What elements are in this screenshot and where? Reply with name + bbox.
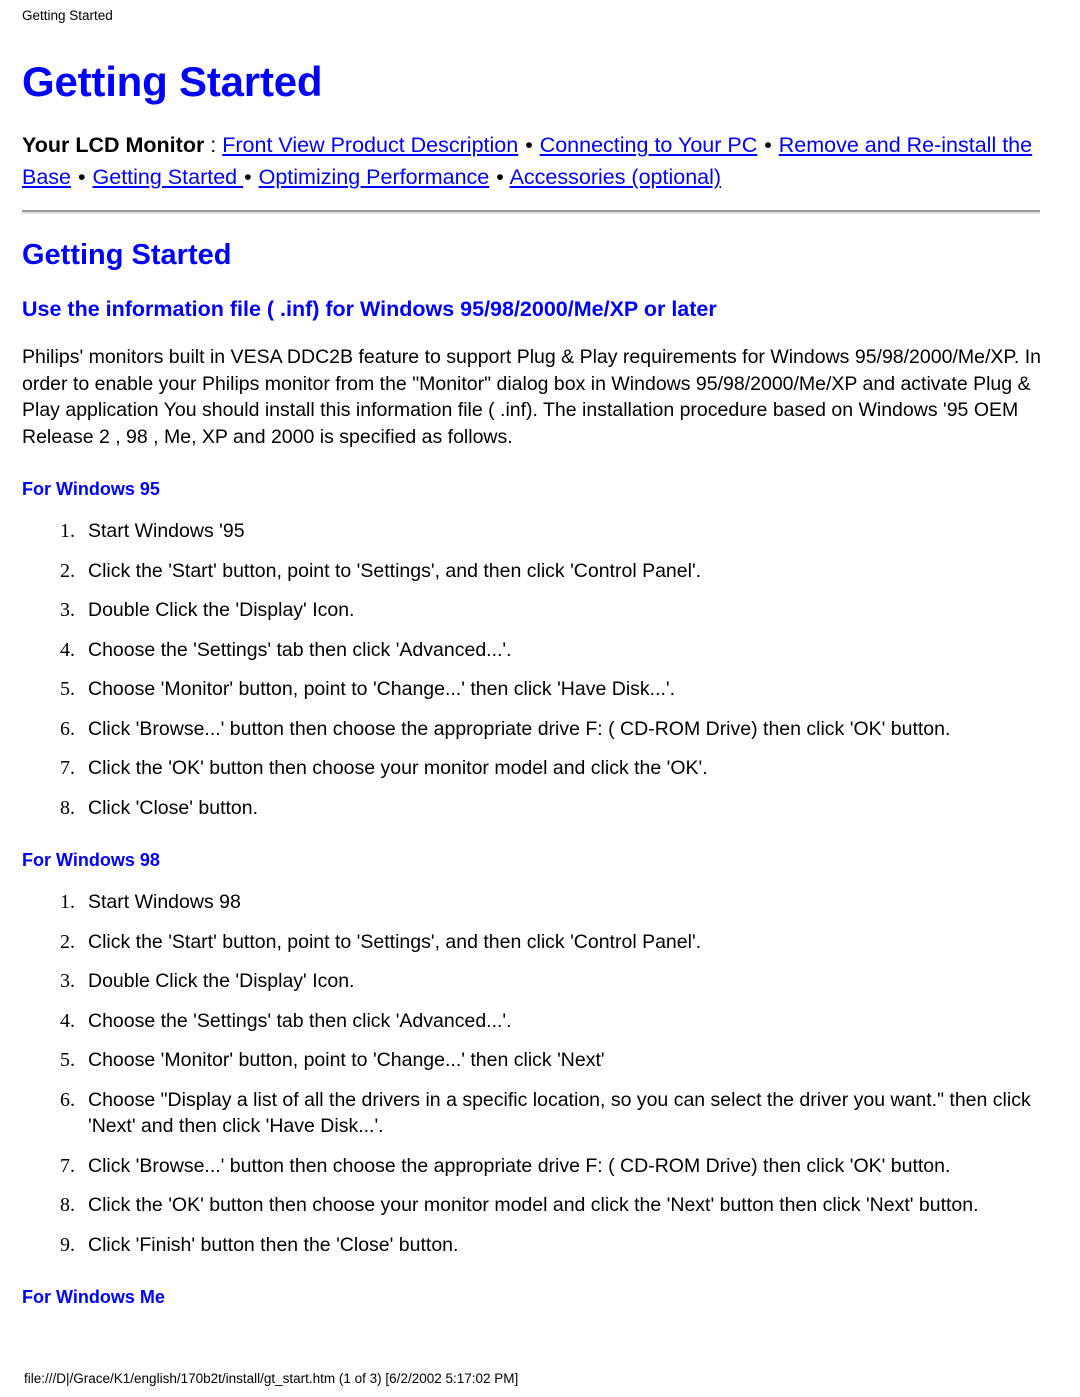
steps-list-windows-95: Start Windows '95 Click the 'Start' butt… — [22, 518, 1042, 821]
breadcrumb-separator: • — [496, 165, 504, 189]
step-text: Double Click the 'Display' Icon. — [88, 599, 355, 621]
intro-paragraph: Philips' monitors built in VESA DDC2B fe… — [22, 346, 1041, 448]
nav-link-optimizing-performance[interactable]: Optimizing Performance — [259, 165, 490, 189]
list-item: Click the 'Start' button, point to 'Sett… — [80, 929, 1042, 956]
breadcrumb-separator: • — [78, 165, 86, 189]
step-text: Double Click the 'Display' Icon. — [88, 970, 355, 992]
step-text: Start Windows '95 — [88, 520, 245, 542]
list-item: Choose 'Monitor' button, point to 'Chang… — [80, 676, 1042, 703]
step-text: Click 'Browse...' button then choose the… — [88, 717, 951, 740]
running-header: Getting Started — [22, 8, 113, 23]
list-item: Double Click the 'Display' Icon. — [80, 597, 1042, 624]
steps-list-windows-98: Start Windows 98 Click the 'Start' butto… — [22, 889, 1042, 1258]
list-item: Start Windows 98 — [80, 889, 1042, 916]
nav-link-accessories-optional[interactable]: Accessories (optional) — [510, 165, 722, 189]
step-text: Choose the 'Settings' tab then click 'Ad… — [88, 638, 512, 661]
step-text: Click the 'OK' button then choose your m… — [88, 757, 708, 779]
breadcrumb-prefix: Your LCD Monitor — [22, 133, 205, 157]
list-item: Choose the 'Settings' tab then click 'Ad… — [80, 637, 1042, 664]
list-item: Click 'Browse...' button then choose the… — [80, 716, 1042, 743]
list-item: Double Click the 'Display' Icon. — [80, 968, 1042, 995]
list-item: Click the 'OK' button then choose your m… — [80, 1192, 1042, 1219]
breadcrumb-colon: : — [204, 133, 223, 157]
section-subtitle: Use the information file ( .inf) for Win… — [22, 297, 717, 321]
horizontal-rule — [22, 210, 1040, 214]
document-page: Getting Started Getting Started Your LCD… — [0, 0, 1080, 1397]
document-content: Getting Started Your LCD Monitor : Front… — [22, 56, 1042, 1308]
nav-link-front-view-product-description[interactable]: Front View Product Description — [222, 133, 518, 157]
step-text: Choose 'Monitor' button, point to 'Chang… — [88, 1049, 605, 1071]
os-heading-windows-95: For Windows 95 — [22, 479, 160, 499]
nav-link-getting-started[interactable]: Getting Started — [93, 165, 244, 189]
list-item: Click the 'Start' button, point to 'Sett… — [80, 558, 1042, 585]
os-heading-windows-98: For Windows 98 — [22, 850, 160, 870]
list-item: Choose "Display a list of all the driver… — [80, 1087, 1042, 1140]
step-text: Click the 'Start' button, point to 'Sett… — [88, 559, 702, 582]
step-text: Choose the 'Settings' tab then click 'Ad… — [88, 1009, 512, 1032]
step-text: Click 'Finish' button then the 'Close' b… — [88, 1233, 459, 1256]
step-text: Click 'Browse...' button then choose the… — [88, 1154, 951, 1177]
section-title: Getting Started — [22, 239, 232, 271]
list-item: Choose the 'Settings' tab then click 'Ad… — [80, 1008, 1042, 1035]
list-item: Choose 'Monitor' button, point to 'Chang… — [80, 1047, 1042, 1074]
list-item: Click 'Browse...' button then choose the… — [80, 1153, 1042, 1180]
step-text: Click 'Close' button. — [88, 796, 259, 819]
step-text: Choose "Display a list of all the driver… — [88, 1088, 1031, 1138]
list-item: Click the 'OK' button then choose your m… — [80, 755, 1042, 782]
list-item: Start Windows '95 — [80, 518, 1042, 545]
breadcrumb: Your LCD Monitor : Front View Product De… — [22, 129, 1042, 193]
step-text: Choose 'Monitor' button, point to 'Chang… — [88, 678, 676, 700]
breadcrumb-separator: • — [525, 133, 533, 157]
page-title: Getting Started — [22, 58, 323, 105]
breadcrumb-separator: • — [244, 165, 252, 189]
list-item: Click 'Finish' button then the 'Close' b… — [80, 1232, 1042, 1259]
step-text: Click the 'OK' button then choose your m… — [88, 1194, 979, 1216]
nav-link-connecting-to-your-pc[interactable]: Connecting to Your PC — [540, 133, 758, 157]
step-text: Click the 'Start' button, point to 'Sett… — [88, 930, 702, 953]
os-heading-windows-me: For Windows Me — [22, 1287, 165, 1307]
list-item: Click 'Close' button. — [80, 795, 1042, 822]
breadcrumb-separator: • — [764, 133, 772, 157]
step-text: Start Windows 98 — [88, 891, 241, 913]
footer-path: file:///D|/Grace/K1/english/170b2t/insta… — [24, 1371, 519, 1386]
